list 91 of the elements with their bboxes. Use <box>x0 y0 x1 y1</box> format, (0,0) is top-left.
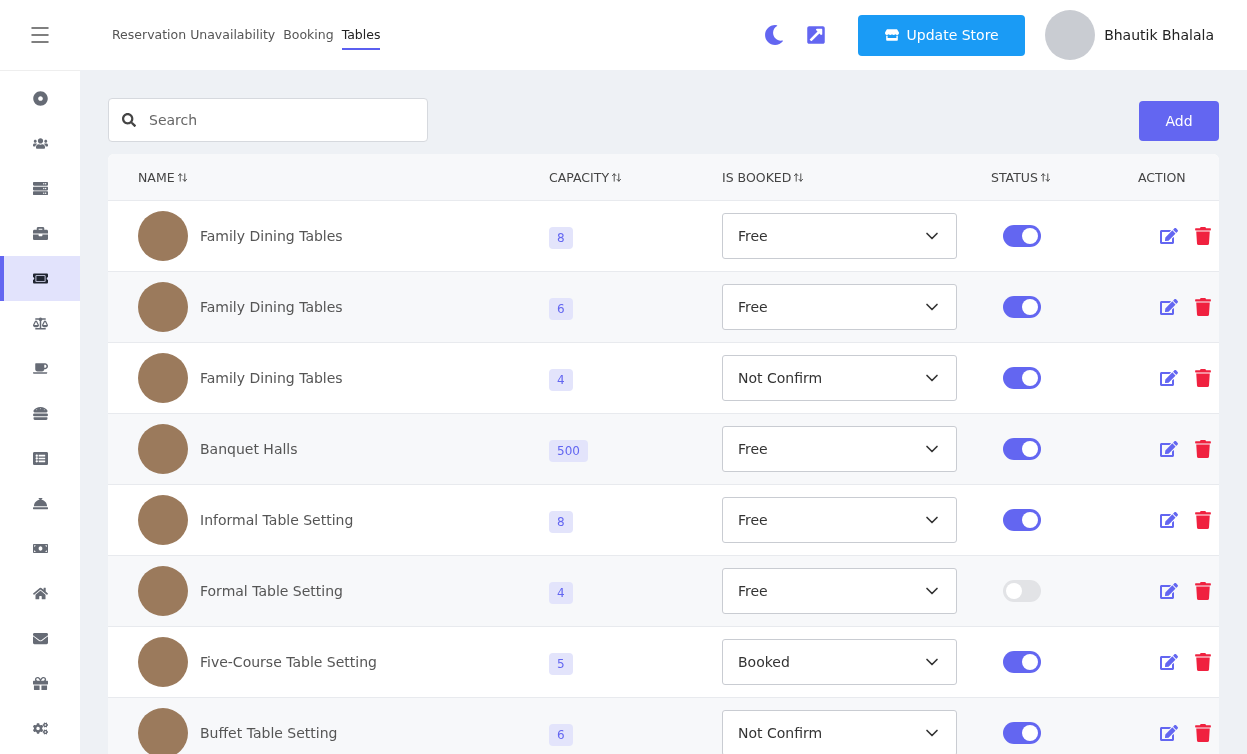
photo-placeholder <box>138 211 188 261</box>
capacity-tag: 8 <box>549 226 573 249</box>
table-name: Family Dining Tables <box>200 228 343 244</box>
home-icon <box>32 586 48 601</box>
capacity-tag: 8 <box>549 510 573 533</box>
user-name: Bhautik Bhalala <box>1104 27 1214 43</box>
photo-placeholder <box>138 353 188 403</box>
ticket-icon <box>32 271 48 286</box>
nav-tab[interactable]: Reservation Unavailability <box>112 20 276 50</box>
briefcase-icon <box>32 226 48 241</box>
search-field[interactable]: Search <box>108 98 428 142</box>
edit-icon[interactable] <box>1160 511 1178 529</box>
status-toggle[interactable] <box>1003 225 1041 247</box>
booking-select[interactable]: Not Confirm <box>722 355 957 401</box>
photo-placeholder <box>138 495 188 545</box>
edit-icon[interactable] <box>1160 582 1178 600</box>
edit-icon[interactable] <box>1160 653 1178 671</box>
external-link-icon[interactable] <box>806 25 827 45</box>
search-icon <box>122 113 136 127</box>
server-icon <box>32 181 48 196</box>
sort-icon[interactable] <box>793 171 805 183</box>
add-button[interactable]: Add <box>1139 101 1219 141</box>
status-toggle[interactable] <box>1003 438 1041 460</box>
status-toggle[interactable] <box>1003 367 1041 389</box>
table-name: Family Dining Tables <box>200 370 343 386</box>
status-toggle[interactable] <box>1003 722 1041 744</box>
column-header: ACTION <box>1138 169 1186 185</box>
nav-tab[interactable]: Booking <box>283 20 334 50</box>
table-name: Informal Table Setting <box>200 512 354 528</box>
trash-icon[interactable] <box>1194 724 1212 742</box>
trash-icon[interactable] <box>1194 440 1212 458</box>
trash-icon[interactable] <box>1194 227 1212 245</box>
trash-icon[interactable] <box>1194 369 1212 387</box>
capacity-tag: 4 <box>549 368 573 391</box>
sort-icon[interactable] <box>611 171 623 183</box>
sort-icon[interactable] <box>176 171 188 183</box>
trash-icon[interactable] <box>1194 298 1212 316</box>
booking-select[interactable]: Not Confirm <box>722 710 957 754</box>
coffee-icon <box>32 361 48 376</box>
column-header: CAPACITY <box>549 169 610 185</box>
edit-icon[interactable] <box>1160 227 1178 245</box>
photo-placeholder <box>138 637 188 687</box>
burger-icon <box>32 406 48 421</box>
booking-select[interactable]: Free <box>722 284 957 330</box>
column-header: STATUS <box>991 169 1038 185</box>
capacity-tag: 6 <box>549 297 573 320</box>
edit-icon[interactable] <box>1160 369 1178 387</box>
store-icon <box>884 28 899 42</box>
status-toggle[interactable] <box>1003 580 1041 602</box>
photo-placeholder <box>138 566 188 616</box>
trash-icon[interactable] <box>1194 511 1212 529</box>
photo-placeholder <box>138 708 188 754</box>
booking-select[interactable]: Free <box>722 497 957 543</box>
scale-icon <box>32 316 48 331</box>
photo-placeholder <box>138 282 188 332</box>
capacity-tag: 6 <box>549 723 573 746</box>
table-name: Banquet Halls <box>200 441 298 457</box>
status-toggle[interactable] <box>1003 651 1041 673</box>
edit-icon[interactable] <box>1160 298 1178 316</box>
users-icon <box>32 136 48 151</box>
money-icon <box>32 541 48 556</box>
table-name: Buffet Table Setting <box>200 725 338 741</box>
capacity-tag: 500 <box>549 439 588 462</box>
edit-icon[interactable] <box>1160 440 1178 458</box>
nav-tab[interactable]: Tables <box>341 20 381 50</box>
status-toggle[interactable] <box>1003 296 1041 318</box>
bell-icon <box>32 496 48 511</box>
booking-select[interactable]: Booked <box>722 639 957 685</box>
edit-icon[interactable] <box>1160 724 1178 742</box>
capacity-tag: 5 <box>549 652 573 675</box>
column-header: NAME <box>138 169 175 185</box>
sort-icon[interactable] <box>1039 171 1051 183</box>
sidebar-item[interactable] <box>0 256 80 301</box>
table-name: Family Dining Tables <box>200 299 343 315</box>
moon-icon[interactable] <box>764 25 785 45</box>
list-icon <box>32 451 48 466</box>
envelope-icon <box>32 631 48 646</box>
photo-placeholder <box>138 424 188 474</box>
capacity-tag: 4 <box>549 581 573 604</box>
table-name: Five-Course Table Setting <box>200 654 377 670</box>
booking-select[interactable]: Free <box>722 568 957 614</box>
booking-select[interactable]: Free <box>722 213 957 259</box>
gift-icon <box>32 676 48 691</box>
trash-icon[interactable] <box>1194 582 1212 600</box>
table-name: Formal Table Setting <box>200 583 343 599</box>
booking-select[interactable]: Free <box>722 426 957 472</box>
status-toggle[interactable] <box>1003 509 1041 531</box>
column-header: IS BOOKED <box>722 169 792 185</box>
trash-icon[interactable] <box>1194 653 1212 671</box>
avatar <box>1045 10 1096 60</box>
settings-icon <box>32 721 48 736</box>
